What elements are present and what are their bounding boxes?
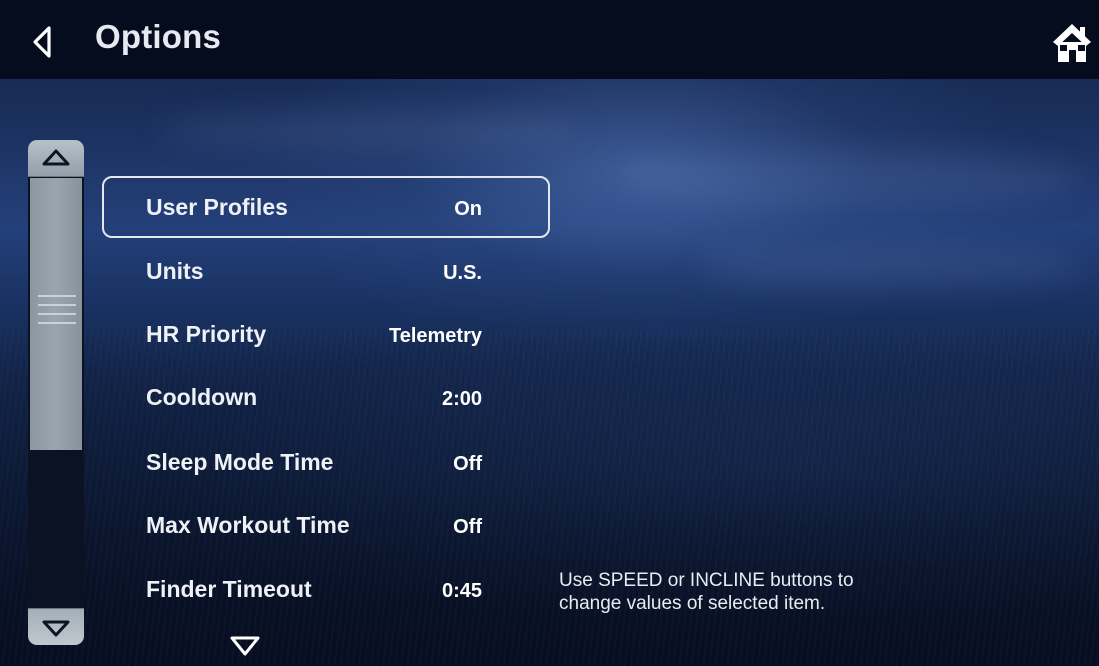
page-title: Options [95, 18, 222, 55]
option-value: Off [453, 516, 482, 538]
option-label: HR Priority [146, 321, 267, 347]
option-value: Off [453, 453, 482, 475]
instruction-hint: Use SPEED or INCLINE buttons to change v… [559, 569, 854, 615]
option-value: 2:00 [441, 388, 482, 410]
option-value: 0:45 [441, 580, 482, 602]
scroll-down-button[interactable] [28, 608, 84, 645]
home-icon [1053, 24, 1091, 62]
sky-cloud [700, 240, 1080, 290]
back-triangle-icon [33, 26, 51, 58]
back-button[interactable] [20, 14, 64, 70]
header-bar: Options [0, 0, 1099, 79]
option-row-max-workout-time[interactable]: Max Workout Time Off [102, 494, 550, 556]
options-scrollbar[interactable] [28, 140, 84, 645]
chevron-up-icon [42, 149, 70, 166]
option-row-user-profiles[interactable]: User Profiles On [102, 176, 550, 238]
option-row-finder-timeout[interactable]: Finder Timeout 0:45 [102, 558, 550, 620]
chevron-down-icon [42, 620, 70, 636]
more-options-button[interactable] [229, 634, 261, 658]
option-label: Cooldown [146, 384, 258, 410]
sky-cloud [620, 150, 1080, 210]
option-row-sleep-mode-time[interactable]: Sleep Mode Time Off [102, 431, 550, 493]
option-label: Sleep Mode Time [146, 449, 334, 475]
scroll-up-button[interactable] [28, 140, 84, 177]
option-label: Finder Timeout [146, 576, 312, 602]
option-label: User Profiles [146, 194, 288, 220]
option-value: Telemetry [388, 325, 482, 347]
option-value: U.S. [443, 262, 482, 284]
grip-lines-icon [38, 295, 76, 333]
option-row-cooldown[interactable]: Cooldown 2:00 [102, 366, 550, 428]
option-row-hr-priority[interactable]: HR Priority Telemetry [102, 303, 550, 365]
home-button[interactable] [1052, 22, 1096, 70]
hint-line-1: Use SPEED or INCLINE buttons to [559, 570, 854, 591]
option-value: On [454, 198, 482, 220]
options-screen: Options User Profiles On Units U.S. HR P… [0, 0, 1099, 666]
scroll-thumb[interactable] [30, 178, 82, 450]
option-label: Max Workout Time [146, 512, 350, 538]
hint-line-2: change values of selected item. [559, 593, 826, 614]
scroll-track[interactable] [28, 177, 84, 608]
option-label: Units [146, 258, 204, 284]
option-row-units[interactable]: Units U.S. [102, 240, 550, 302]
more-down-arrow-icon [230, 636, 260, 656]
sky-cloud [160, 110, 580, 150]
